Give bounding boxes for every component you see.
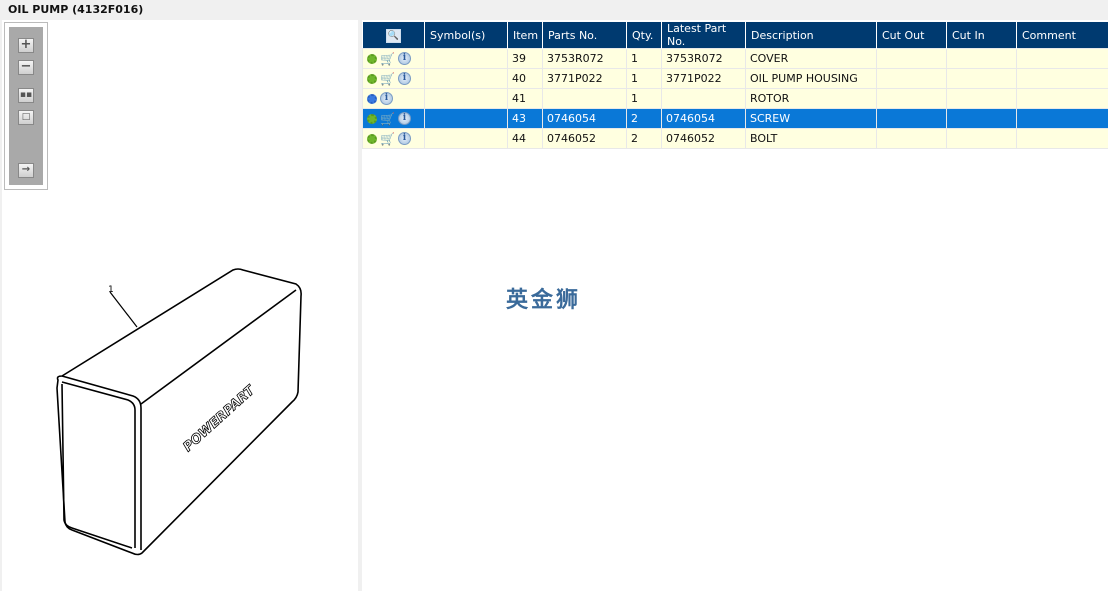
cell-comment [1016,88,1108,109]
cart-icon[interactable]: 🛒 [380,113,395,125]
cell-latest: 3771P022 [661,68,746,89]
column-header[interactable]: Symbol(s) [424,22,508,49]
cell-qty: 1 [626,48,662,69]
column-header[interactable]: Cut Out [876,22,947,49]
info-icon[interactable]: i [398,132,411,146]
cell-cut-in [946,48,1017,69]
cell-part: 0746054 [542,108,627,129]
cell-item: 43 [507,108,543,129]
column-header[interactable]: Parts No. [542,22,627,49]
cell-symbol [424,108,508,129]
cell-latest [661,88,746,109]
cell-part: 3771P022 [542,68,627,89]
table-row[interactable]: 🛒 i 44 0746052 2 0746052 BOLT [362,128,1108,149]
cell-comment [1016,48,1108,69]
column-header[interactable]: Comment [1016,22,1108,49]
cell-item: 41 [507,88,543,109]
column-header[interactable]: Description [745,22,877,49]
cell-desc: OIL PUMP HOUSING [745,68,877,89]
column-header[interactable]: Latest Part No. [661,22,746,49]
cell-item: 44 [507,128,543,149]
gear-icon[interactable] [367,133,377,144]
watermark: 英金狮 [506,288,582,313]
cell-latest: 3753R072 [661,48,746,69]
column-header-search[interactable]: 🔍 [362,22,425,49]
gear-icon[interactable] [367,113,377,124]
row-actions: 🛒 i [362,108,425,129]
cell-part: 0746052 [542,128,627,149]
cell-qty: 2 [626,128,662,149]
cell-comment [1016,68,1108,89]
cell-comment [1016,128,1108,149]
cell-cut-out [876,108,947,129]
cell-cut-out [876,88,947,109]
callout-1[interactable]: 1 [108,285,114,295]
cell-desc: BOLT [745,128,877,149]
parts-list-panel: 🔍 Symbol(s) Item Parts No. Qty. Latest Part N… [362,20,1108,591]
cell-cut-out [876,48,947,69]
cell-symbol [424,68,508,89]
cell-desc: SCREW [745,108,877,129]
assembly-gears-icon[interactable] [367,93,377,104]
table-row[interactable]: 🛒 i 43 0746054 2 0746054 SCREW [362,108,1108,129]
column-header[interactable]: Qty. [626,22,662,49]
diagram-panel[interactable]: + − ▪▪ □ → 1 POWERPART [2,20,358,591]
info-icon[interactable]: i [398,52,411,66]
table-row[interactable]: 🛒 i 39 3753R072 1 3753R072 COVER [362,48,1108,69]
cell-qty: 1 [626,68,662,89]
row-actions: 🛒 i [362,68,425,89]
part-diagram: 1 POWERPART [56,268,302,556]
page-title: OIL PUMP (4132F016) [8,3,144,16]
search-icon[interactable]: 🔍 [385,28,401,43]
cell-cut-in [946,128,1017,149]
cart-icon[interactable]: 🛒 [380,73,395,85]
cell-desc: ROTOR [745,88,877,109]
column-header[interactable]: Cut In [946,22,1017,49]
cell-item: 39 [507,48,543,69]
cart-icon[interactable]: 🛒 [380,53,395,65]
cell-cut-out [876,68,947,89]
info-icon[interactable]: i [398,112,411,126]
cell-cut-in [946,108,1017,129]
row-actions: 🛒 i [362,128,425,149]
column-header[interactable]: Item [507,22,543,49]
cart-icon[interactable]: 🛒 [380,133,395,145]
cell-symbol [424,128,508,149]
cell-symbol [424,88,508,109]
cell-comment [1016,108,1108,129]
cell-latest: 0746052 [661,128,746,149]
cell-desc: COVER [745,48,877,69]
cell-latest: 0746054 [661,108,746,129]
cell-qty: 1 [626,88,662,109]
cell-cut-in [946,68,1017,89]
info-icon[interactable]: i [380,92,393,106]
parts-table: 🔍 Symbol(s) Item Parts No. Qty. Latest Part N… [362,22,1108,149]
info-icon[interactable]: i [398,72,411,86]
cell-part [542,88,627,109]
gear-icon[interactable] [367,73,377,84]
cell-item: 40 [507,68,543,89]
powerpart-logo: POWERPART [181,383,259,455]
cell-cut-out [876,128,947,149]
cell-cut-in [946,88,1017,109]
table-row[interactable]: i 41 1 ROTOR [362,88,1108,109]
gear-icon[interactable] [367,53,377,64]
cell-symbol [424,48,508,69]
cell-qty: 2 [626,108,662,129]
cell-part: 3753R072 [542,48,627,69]
table-row[interactable]: 🛒 i 40 3771P022 1 3771P022 OIL PUMP HOUSING [362,68,1108,89]
row-actions: 🛒 i [362,48,425,69]
row-actions: i [362,88,425,109]
